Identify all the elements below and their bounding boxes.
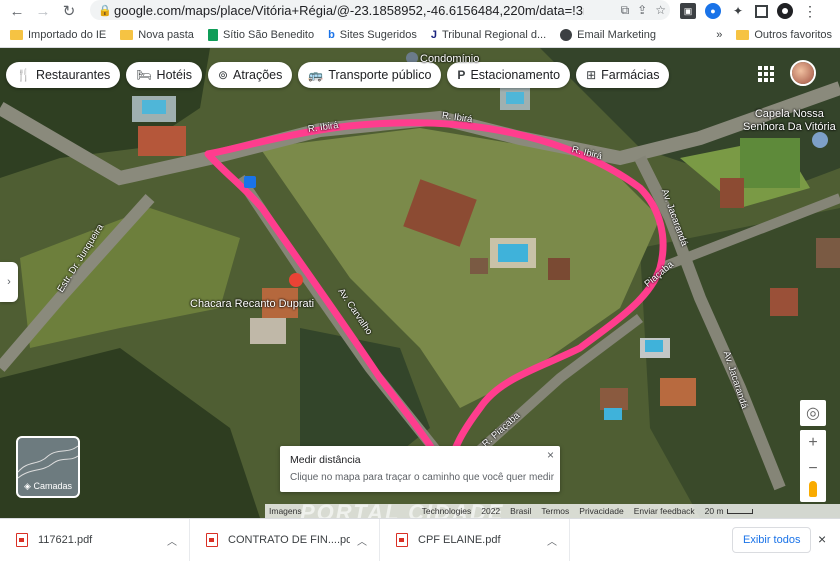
technologies-credit: Technologies <box>421 506 472 516</box>
privacy-link[interactable]: Privacidade <box>579 506 623 516</box>
url-text[interactable]: google.com/maps/place/Vitória+Régia/@-23… <box>114 3 584 18</box>
bookmark-folder[interactable]: Importado do IE <box>10 29 106 41</box>
chevron-up-icon[interactable]: ︿ <box>547 533 557 548</box>
bookmark-folder[interactable]: Nova pasta <box>120 29 194 41</box>
pdf-icon <box>206 532 218 547</box>
bookmark-link[interactable]: Email Marketing <box>560 28 656 41</box>
browser-toolbar: ← → ↻ 🔒 google.com/maps/place/Vitória+Ré… <box>0 0 840 22</box>
bookmark-link[interactable]: b Sites Sugeridos <box>328 29 417 41</box>
close-icon[interactable]: × <box>547 448 554 462</box>
bookmark-link[interactable]: J Tribunal Regional d... <box>431 29 546 41</box>
place-label-chacara[interactable]: Chacara Recanto Duprati <box>190 298 314 310</box>
sidebar-icon[interactable] <box>755 4 768 18</box>
bus-stop-marker <box>244 176 256 188</box>
menu-icon[interactable]: ⋮ <box>802 3 818 19</box>
country-link[interactable]: Brasil <box>510 506 531 516</box>
fork-knife-icon: 🍴 <box>16 68 31 82</box>
downloads-bar: 117621.pdf ︿ CONTRATO DE FIN....pdf ︿ CP… <box>0 518 840 561</box>
measure-hint: Clique no mapa para traçar o caminho que… <box>290 472 555 483</box>
measure-title: Medir distância <box>290 454 361 466</box>
bookmarks-bar: Importado do IE Nova pasta Sítio São Ben… <box>0 22 840 48</box>
pegman-icon[interactable] <box>800 476 826 502</box>
more-bookmarks-icon[interactable]: » <box>716 29 722 41</box>
chevron-up-icon[interactable]: ︿ <box>167 533 177 548</box>
place-label-capela[interactable]: Capela Nossa Senhora Da Vitória <box>743 108 836 134</box>
map-footer: Imagens Technologies 2022 Brasil Termos … <box>265 504 840 518</box>
download-item[interactable]: 117621.pdf ︿ <box>0 518 190 561</box>
pdf-icon <box>396 532 408 547</box>
justice-icon: J <box>430 28 437 41</box>
address-bar[interactable]: 🔒 google.com/maps/place/Vitória+Régia/@-… <box>90 0 670 20</box>
open-in-app-icon[interactable]: ⧉ <box>621 3 630 18</box>
imagery-credit: Imagens <box>269 506 302 516</box>
sheets-icon <box>207 28 218 41</box>
category-chips: 🍴 Restaurantes 🛏 Hotéis ⊚ Atrações 🚌 Transpo… <box>6 62 670 88</box>
folder-icon <box>120 29 134 40</box>
extension-blue-icon[interactable]: ● <box>705 3 721 19</box>
google-apps-icon[interactable] <box>758 66 774 82</box>
expand-panel-button[interactable]: › <box>0 262 18 302</box>
chip-transit[interactable]: 🚌 Transporte público <box>298 62 442 88</box>
parking-icon: P <box>457 68 466 82</box>
chip-parking[interactable]: P Estacionamento <box>447 62 571 88</box>
place-label-condominio[interactable]: Condomínio <box>420 53 479 65</box>
extension-icon[interactable]: ▣ <box>680 3 696 19</box>
show-all-button[interactable]: Exibir todos <box>732 527 812 553</box>
year-credit: 2022 <box>481 506 501 516</box>
other-bookmarks-folder[interactable]: Outros favoritos <box>736 29 832 41</box>
download-item[interactable]: CONTRATO DE FIN....pdf ︿ <box>190 518 380 561</box>
reload-icon[interactable]: ↻ <box>56 0 82 22</box>
chevron-up-icon[interactable]: ︿ <box>357 533 367 548</box>
pharmacy-icon: ⊞ <box>586 68 597 82</box>
folder-icon <box>736 30 750 40</box>
terms-link[interactable]: Termos <box>541 506 569 516</box>
folder-icon <box>10 29 23 40</box>
feedback-link[interactable]: Enviar feedback <box>634 506 695 516</box>
puzzle-icon[interactable]: ✦ <box>730 3 746 19</box>
pdf-icon <box>16 532 28 547</box>
chip-attractions[interactable]: ⊚ Atrações <box>207 62 293 88</box>
layers-label: ◈ Camadas <box>24 481 72 491</box>
download-item[interactable]: CPF ELAINE.pdf ︿ <box>380 518 570 561</box>
bed-icon: 🛏 <box>136 68 152 82</box>
back-arrow-icon[interactable]: ← <box>4 0 30 22</box>
download-filename: 117621.pdf <box>38 533 93 546</box>
satellite-map[interactable]: 🍴 Restaurantes 🛏 Hotéis ⊚ Atrações 🚌 Transpo… <box>0 48 840 518</box>
zoom-in-button[interactable]: + <box>800 430 826 456</box>
star-icon[interactable]: ☆ <box>655 3 666 17</box>
scale-bar[interactable]: 20 m <box>705 506 753 516</box>
bookmark-link[interactable]: Sítio São Benedito <box>207 28 314 41</box>
chip-hotels[interactable]: 🛏 Hotéis <box>126 62 202 88</box>
close-icon[interactable]: × <box>818 531 826 547</box>
camera-icon: ⊚ <box>217 68 229 82</box>
my-location-icon[interactable]: ◎ <box>800 400 826 426</box>
share-icon[interactable]: ⇪ <box>637 3 647 17</box>
download-filename: CPF ELAINE.pdf <box>418 533 501 546</box>
bus-icon: 🚌 <box>308 68 324 82</box>
chip-restaurants[interactable]: 🍴 Restaurantes <box>6 62 121 88</box>
chevron-right-icon: › <box>7 276 11 288</box>
bing-icon: b <box>328 28 335 41</box>
forward-arrow-icon[interactable]: → <box>30 0 56 22</box>
profile-icon[interactable] <box>777 3 793 19</box>
layers-button[interactable]: ◈ Camadas <box>16 436 80 498</box>
download-filename: CONTRATO DE FIN....pdf <box>228 533 350 546</box>
globe-icon <box>560 28 573 41</box>
avatar[interactable] <box>790 60 816 86</box>
terrain-thumbnail <box>18 445 78 479</box>
layers-icon: ◈ <box>24 481 31 491</box>
measure-distance-card: Medir distância Clique no mapa para traç… <box>280 446 560 492</box>
map-controls: ◎ + − <box>800 400 826 482</box>
lock-icon: 🔒 <box>98 4 112 17</box>
chip-pharmacies[interactable]: ⊞ Farmácias <box>576 62 670 88</box>
